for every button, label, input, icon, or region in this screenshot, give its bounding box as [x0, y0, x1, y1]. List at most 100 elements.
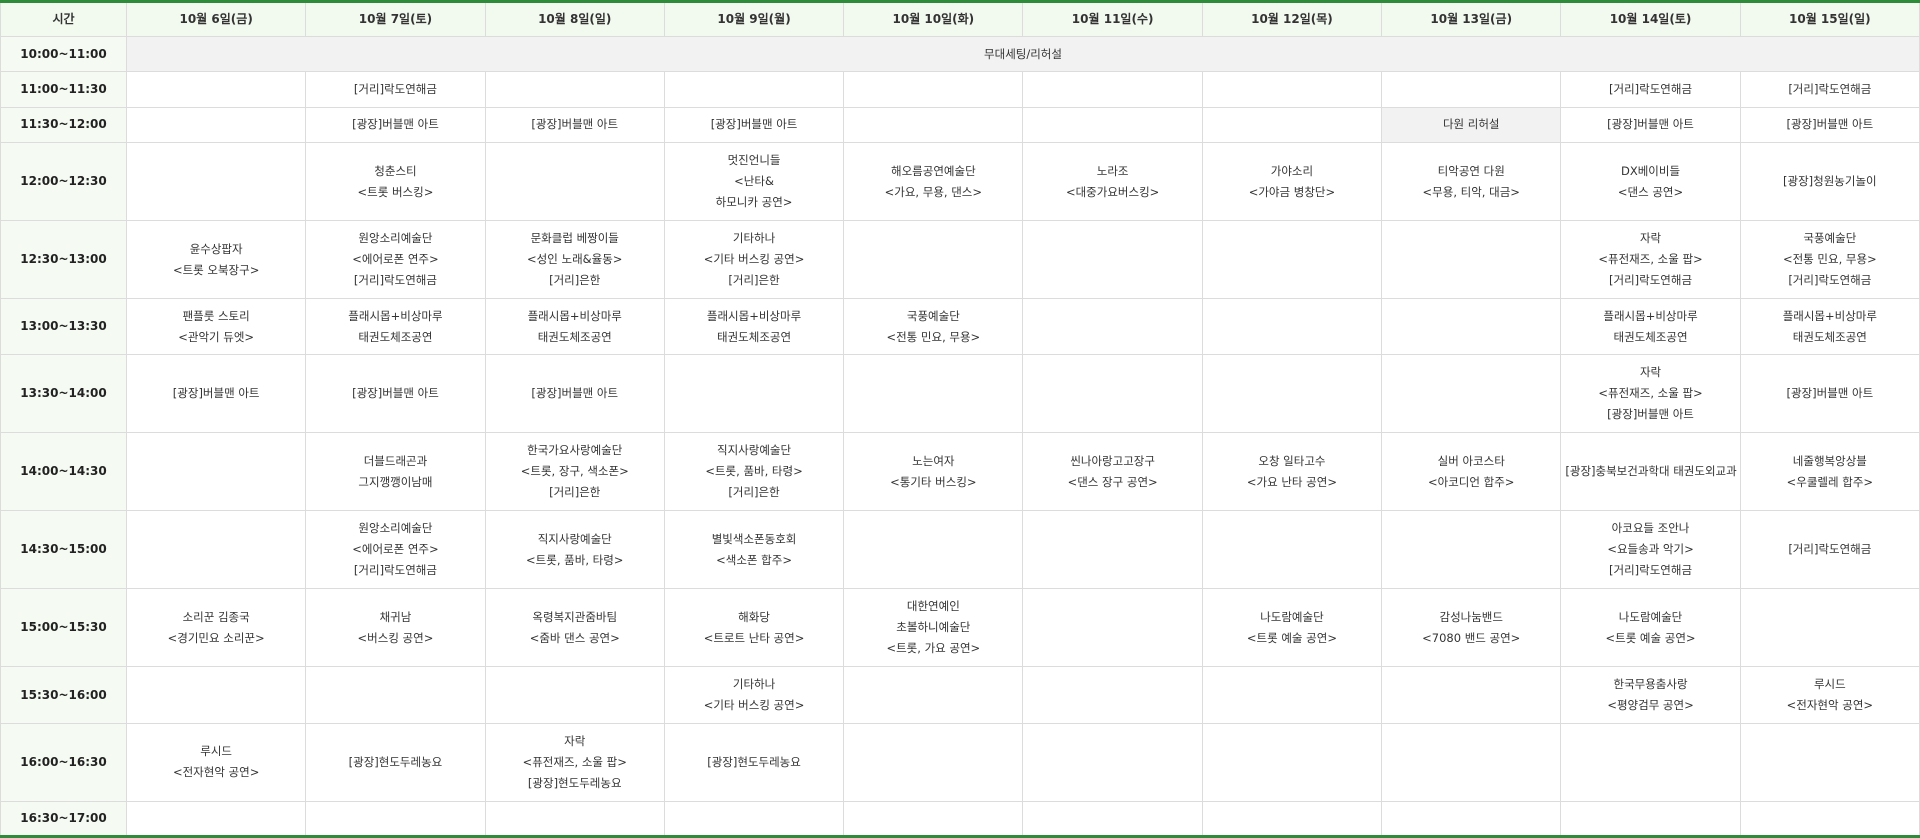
schedule-row: 14:00~14:30 더블드래곤과 그지깽깽이남매 한국가요사랑예술단 <트롯, 장구…	[0, 432, 1920, 512]
event-line: [거리]은한	[549, 485, 601, 500]
event-line: 다원 리허설	[1442, 117, 1500, 132]
empty-cell	[1201, 298, 1383, 356]
event-line: <전자현악 공연>	[172, 765, 260, 780]
event-cell: 국풍예술단 <전통 민요, 무용> [거리]락도연해금	[1739, 220, 1920, 300]
event-line: 국풍예술단	[1803, 231, 1857, 246]
event-cell: 노는여자 <통기타 버스킹>	[843, 432, 1024, 512]
empty-cell	[1381, 510, 1562, 590]
event-line: <댄스 공연>	[1617, 184, 1684, 199]
event-cell: 나도람예술단 <트롯 예술 공연>	[1560, 588, 1741, 668]
event-cell: [광장]버블맨 아트	[1739, 354, 1920, 434]
event-line: <트롯, 품바, 타령>	[705, 464, 803, 479]
event-cell: [광장]버블맨 아트	[484, 354, 665, 434]
event-cell: 가야소리 <가야금 병창단>	[1201, 142, 1383, 222]
time-slot: 12:00~12:30	[0, 142, 127, 222]
event-cell: 루시드 <전자현악 공연>	[125, 722, 307, 802]
event-cell: 원앙소리예술단 <에어로폰 연주> [거리]락도연해금	[305, 220, 486, 300]
header-day: 10월 13일(금)	[1381, 1, 1562, 37]
event-cell: 티악공연 다원 <무용, 티악, 대금>	[1381, 142, 1562, 222]
event-line: 해오름공연예술단	[891, 163, 976, 178]
event-cell: 자락 <퓨전재즈, 소울 팝> [거리]락도연해금	[1560, 220, 1741, 300]
event-line: [광장]버블맨 아트	[1786, 117, 1874, 132]
event-cell: 해화당 <트로트 난타 공연>	[663, 588, 845, 668]
schedule-row: 13:00~13:30 팬플룻 스토리 <관악기 듀엣> 플래시몹+비상마루 태권도체조…	[0, 298, 1920, 356]
event-cell: [거리]락도연해금	[305, 71, 486, 108]
header-day: 10월 11일(수)	[1022, 1, 1203, 37]
empty-cell	[125, 106, 307, 144]
event-cell: [광장]버블맨 아트	[305, 106, 486, 144]
empty-cell	[843, 722, 1024, 802]
header-day: 10월 6일(금)	[125, 1, 307, 37]
event-line: <기타 버스킹 공연>	[703, 252, 805, 267]
event-cell: 윤수상팝자 <트롯 오북장구>	[125, 220, 307, 300]
empty-cell	[1022, 588, 1203, 668]
event-line: 네줄행복앙상블	[1792, 453, 1867, 468]
time-slot: 12:30~13:00	[0, 220, 127, 300]
event-line: <성인 노래&율동>	[527, 252, 623, 267]
header-day: 10월 9일(월)	[663, 1, 845, 37]
empty-cell	[125, 432, 307, 512]
header-row: 시간 10월 6일(금) 10월 7일(토) 10월 8일(일) 10월 9일(월) 1…	[0, 1, 1920, 37]
time-slot: 10:00~11:00	[0, 35, 127, 73]
event-cell: 멋진언니들 <난타& 하모니카 공연>	[663, 142, 845, 222]
event-cell: 네줄행복앙상블 <우쿨렐레 합주>	[1739, 432, 1920, 512]
empty-cell	[1201, 71, 1383, 108]
event-line: 가야소리	[1270, 163, 1314, 178]
event-cell: 자락 <퓨전재즈, 소울 팝> [광장]버블맨 아트	[1560, 354, 1741, 434]
event-line: 대한연예인	[906, 599, 960, 614]
empty-cell	[1381, 220, 1562, 300]
event-line: [거리]락도연해금	[1788, 542, 1872, 557]
event-line: 별빛색소폰동호회	[711, 531, 797, 546]
empty-cell	[663, 71, 845, 108]
event-line: 한국무용춤사랑	[1613, 677, 1688, 691]
event-line: <버스킹 공연>	[357, 630, 434, 645]
empty-cell	[843, 510, 1024, 590]
time-slot: 13:30~14:00	[0, 354, 127, 434]
event-line: 원앙소리예술단	[358, 231, 433, 246]
event-line: 태권도체조공연	[537, 329, 612, 344]
event-cell: DX베이비들 <댄스 공연>	[1560, 142, 1741, 222]
event-cell: 루시드 <전자현악 공연>	[1739, 666, 1920, 724]
event-line: <무용, 티악, 대금>	[1422, 184, 1520, 199]
event-line: <평양검무 공연>	[1607, 698, 1694, 712]
event-line: 하모니카 공연>	[715, 195, 793, 210]
event-line: 나도람예술단	[1260, 609, 1324, 624]
schedule-row: 12:30~13:00 윤수상팝자 <트롯 오북장구> 원앙소리예술단 <에어로폰 연주…	[0, 220, 1920, 300]
header-day: 10월 10일(화)	[843, 1, 1024, 37]
time-slot: 15:00~15:30	[0, 588, 127, 668]
empty-cell	[1201, 106, 1383, 144]
empty-cell	[663, 354, 845, 434]
event-line: 태권도체조공연	[717, 329, 792, 344]
empty-cell	[125, 666, 307, 724]
schedule-body: 10:00~11:00 무대세팅/리허설 11:00~11:30 [거리]락도연해금 […	[0, 35, 1920, 838]
event-line: 초볼하니예술단	[896, 620, 971, 635]
event-line: <전통 민요, 무용>	[1782, 252, 1877, 267]
empty-cell	[1022, 298, 1203, 356]
event-line: <트로트 난타 공연>	[703, 630, 805, 645]
schedule-row: 13:30~14:00 [광장]버블맨 아트 [광장]버블맨 아트 [광장]버블맨 아…	[0, 354, 1920, 434]
event-cell: 소리꾼 김종국 <경기민요 소리꾼>	[125, 588, 307, 668]
event-line: 나도람예술단	[1618, 609, 1683, 624]
event-line: 자락	[1639, 365, 1662, 380]
event-line: 더블드래곤과	[363, 453, 428, 468]
event-line: [광장]현도두레농요	[707, 754, 801, 769]
event-cell: [광장]현도두레농요	[663, 722, 845, 802]
empty-cell	[1201, 220, 1383, 300]
event-line: <트롯, 품바, 타령>	[526, 552, 624, 567]
event-line: <트롯 예술 공연>	[1605, 630, 1696, 645]
empty-cell	[1739, 588, 1920, 668]
time-slot: 11:00~11:30	[0, 71, 127, 108]
event-line: <에어로폰 연주>	[352, 252, 439, 267]
empty-cell	[1381, 298, 1562, 356]
time-slot: 11:30~12:00	[0, 106, 127, 144]
empty-cell	[484, 142, 665, 222]
header-day: 10월 15일(일)	[1739, 1, 1920, 37]
event-line: [거리]락도연해금	[1788, 82, 1872, 97]
schedule-row: 10:00~11:00 무대세팅/리허설	[0, 35, 1920, 73]
schedule-table: 시간 10월 6일(금) 10월 7일(토) 10월 8일(일) 10월 9일(월) 1…	[0, 0, 1920, 838]
event-line: 태권도체조공연	[1613, 329, 1688, 344]
empty-cell	[1739, 722, 1920, 802]
event-cell: 해오름공연예술단 <가요, 무용, 댄스>	[843, 142, 1024, 222]
event-line: <가요 난타 공연>	[1246, 474, 1337, 489]
event-cell: 원앙소리예술단 <에어로폰 연주> [거리]락도연해금	[305, 510, 486, 590]
